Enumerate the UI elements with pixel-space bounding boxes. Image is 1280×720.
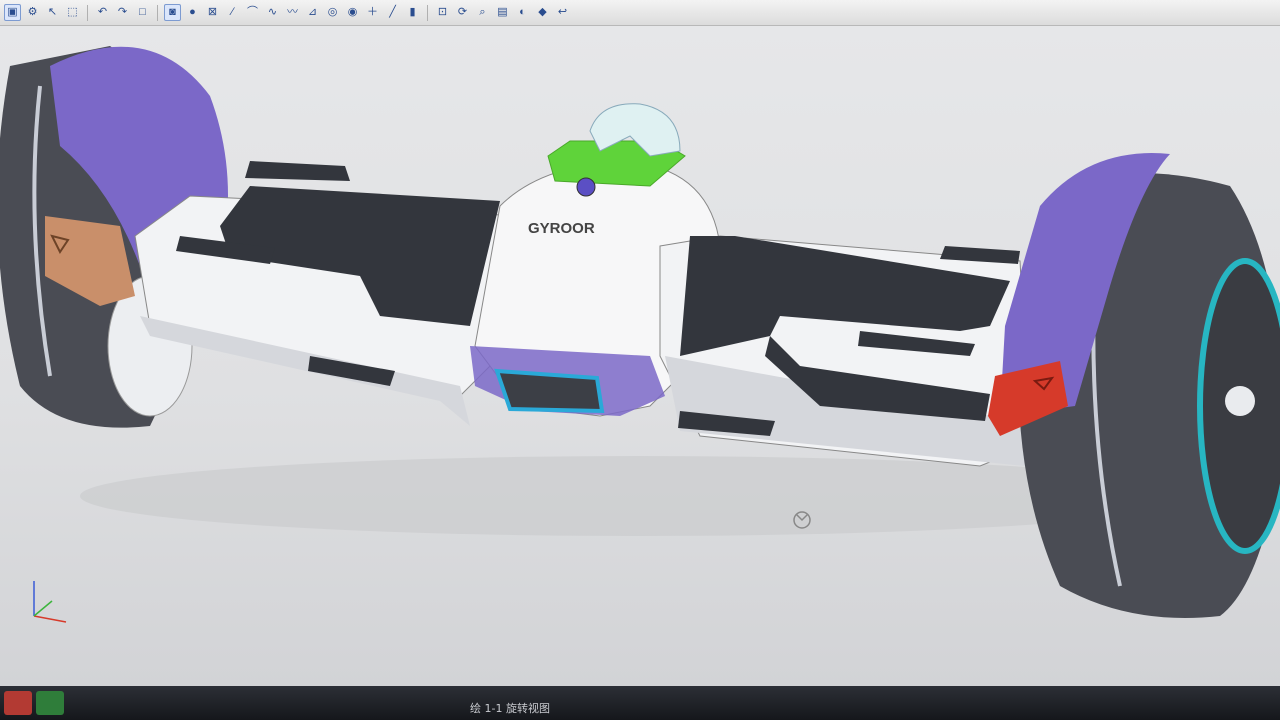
layer-icon[interactable]: ▮ — [404, 4, 421, 21]
sphere-icon[interactable]: ● — [184, 4, 201, 21]
brand-logo: GYROOR — [528, 220, 595, 237]
toolbar-separator — [87, 4, 88, 21]
circle-icon[interactable]: ◎ — [324, 4, 341, 21]
chat-app-icon[interactable] — [36, 691, 64, 715]
right-wheel — [988, 153, 1280, 618]
start-app-icon[interactable] — [4, 691, 32, 715]
shaded-icon[interactable]: ◙ — [164, 4, 181, 21]
view-icon[interactable]: ⊡ — [434, 4, 451, 21]
view-status-label: 绘 1-1 旋转视图 — [470, 702, 550, 715]
rotate-icon[interactable]: ⟳ — [454, 4, 471, 21]
toolbar-separator — [157, 4, 158, 21]
taskbar — [0, 686, 1280, 720]
cross-icon[interactable]: ＋ — [364, 4, 381, 21]
zoom-icon[interactable]: ⌕ — [474, 4, 491, 21]
toolbar-separator — [427, 4, 428, 21]
line-icon[interactable]: ∕ — [224, 4, 241, 21]
axis-triad-icon — [33, 581, 67, 623]
power-button-icon — [576, 177, 596, 197]
spline-icon[interactable]: 〰 — [284, 4, 301, 21]
left-deck — [134, 161, 511, 426]
right-hub-cap — [1225, 386, 1255, 416]
curve-icon[interactable]: ∿ — [264, 4, 281, 21]
select-icon[interactable]: ▣ — [4, 4, 21, 21]
right-deck — [659, 235, 1031, 467]
wireframe-icon[interactable]: ⊠ — [204, 4, 221, 21]
measure-icon[interactable]: ╱ — [384, 4, 401, 21]
history-icon[interactable]: ↩ — [554, 4, 571, 21]
front-light-housing — [494, 368, 605, 414]
redo-icon[interactable]: ↷ — [114, 4, 131, 21]
cad-toolbar: ▣ ⚙ ↖ ⬚ ↶ ↷ □ ◙ ● ⊠ ∕ ⌒ ∿ 〰 ⊿ ◎ ◉ ＋ ╱ ▮ … — [0, 0, 1280, 26]
left-top-slot — [245, 161, 350, 181]
arc-icon[interactable]: ⌒ — [244, 4, 261, 21]
edge-icon[interactable]: ⊿ — [304, 4, 321, 21]
material-icon[interactable]: ◐ — [514, 4, 531, 21]
rectangle-icon[interactable]: □ — [134, 4, 151, 21]
hoverboard-model: GYROOR — [0, 46, 1280, 623]
filter-icon[interactable]: ⚙ — [24, 4, 41, 21]
box-select-icon[interactable]: ⬚ — [64, 4, 81, 21]
pointer-icon[interactable]: ↖ — [44, 4, 61, 21]
display-icon[interactable]: ▤ — [494, 4, 511, 21]
undo-icon[interactable]: ↶ — [94, 4, 111, 21]
point-icon[interactable]: ◉ — [344, 4, 361, 21]
render-icon[interactable]: ◆ — [534, 4, 551, 21]
3d-viewport[interactable]: GYROOR — [0, 26, 1280, 686]
